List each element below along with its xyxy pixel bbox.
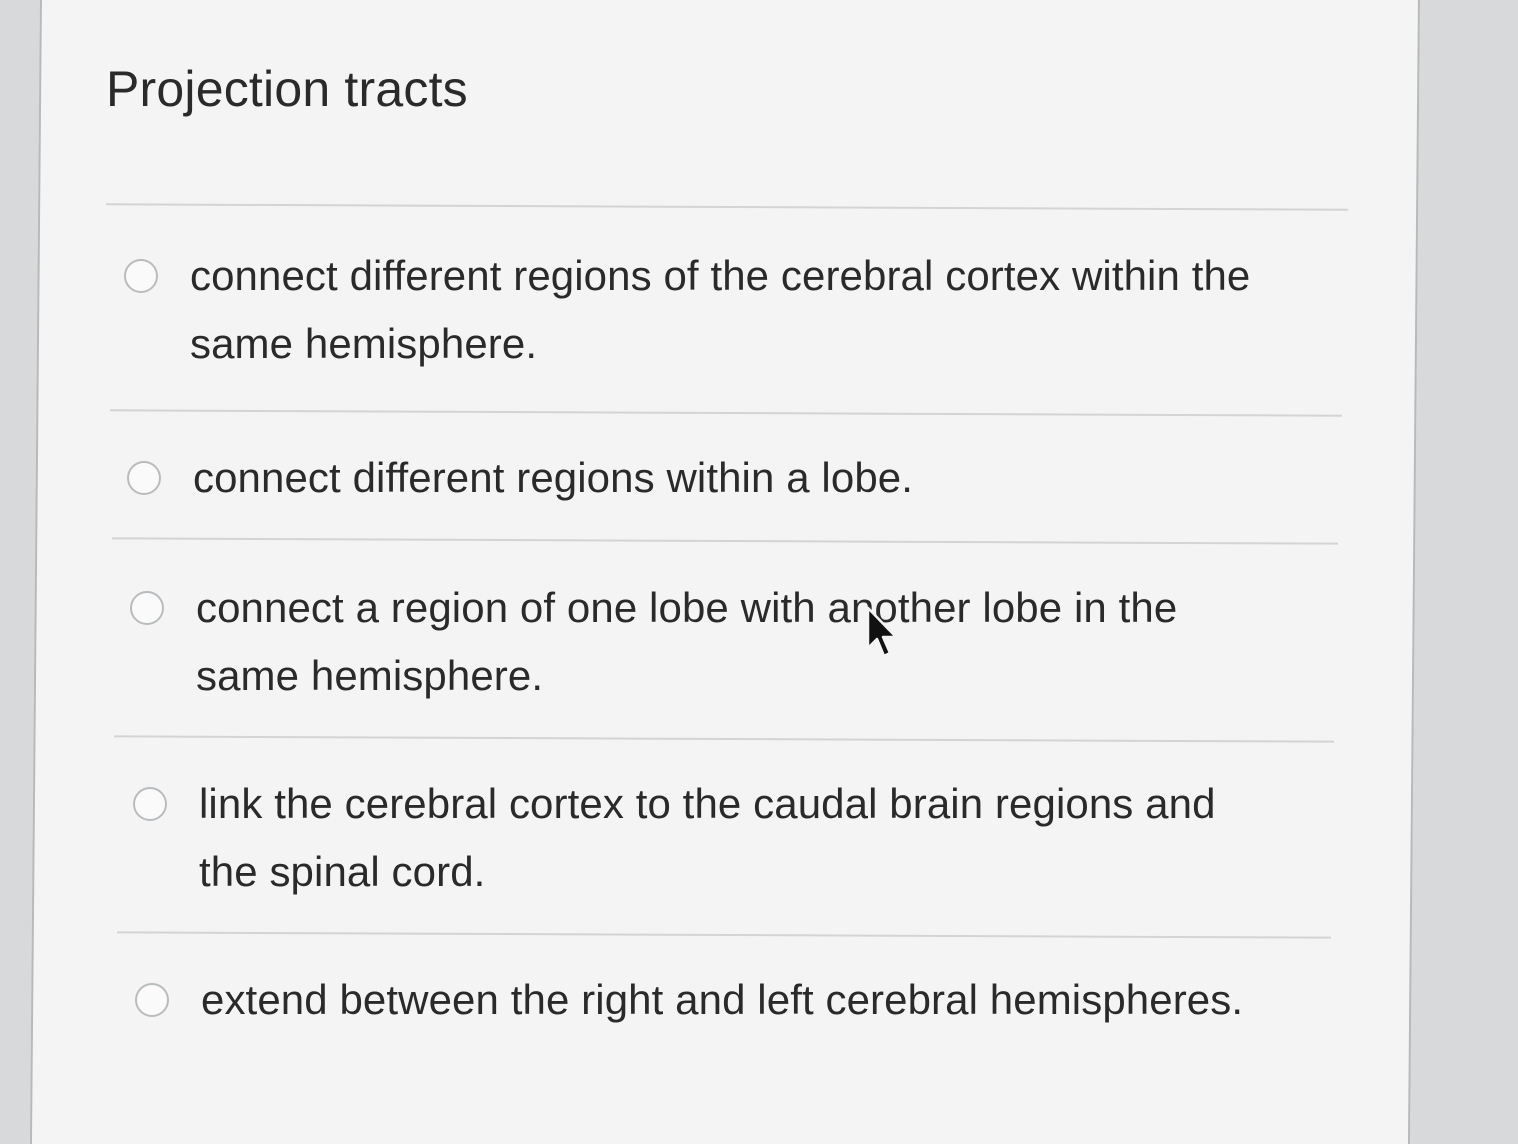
answer-option-2[interactable]: connect different regions within a lobe.: [127, 454, 1287, 512]
answer-option-1[interactable]: connect different regions of the cerebra…: [124, 252, 1284, 378]
answer-option-4[interactable]: link the cerebral cortex to the caudal b…: [133, 780, 1293, 906]
answer-option-label: extend between the right and left cerebr…: [201, 976, 1244, 1023]
answer-option-3[interactable]: connect a region of one lobe with anothe…: [130, 584, 1270, 710]
radio-icon[interactable]: [135, 983, 169, 1017]
radio-icon[interactable]: [130, 591, 164, 625]
answer-option-label: connect different regions of the cerebra…: [190, 252, 1251, 367]
mouse-pointer-icon: [866, 606, 898, 658]
answer-option-label: connect different regions within a lobe.: [193, 454, 914, 501]
radio-icon[interactable]: [127, 461, 161, 495]
radio-icon[interactable]: [133, 787, 167, 821]
answer-option-label: link the cerebral cortex to the caudal b…: [199, 780, 1216, 895]
radio-icon[interactable]: [124, 259, 158, 293]
answer-option-5[interactable]: extend between the right and left cerebr…: [135, 976, 1315, 1034]
question-title: Projection tracts: [106, 61, 468, 117]
answer-option-label: connect a region of one lobe with anothe…: [196, 584, 1178, 699]
